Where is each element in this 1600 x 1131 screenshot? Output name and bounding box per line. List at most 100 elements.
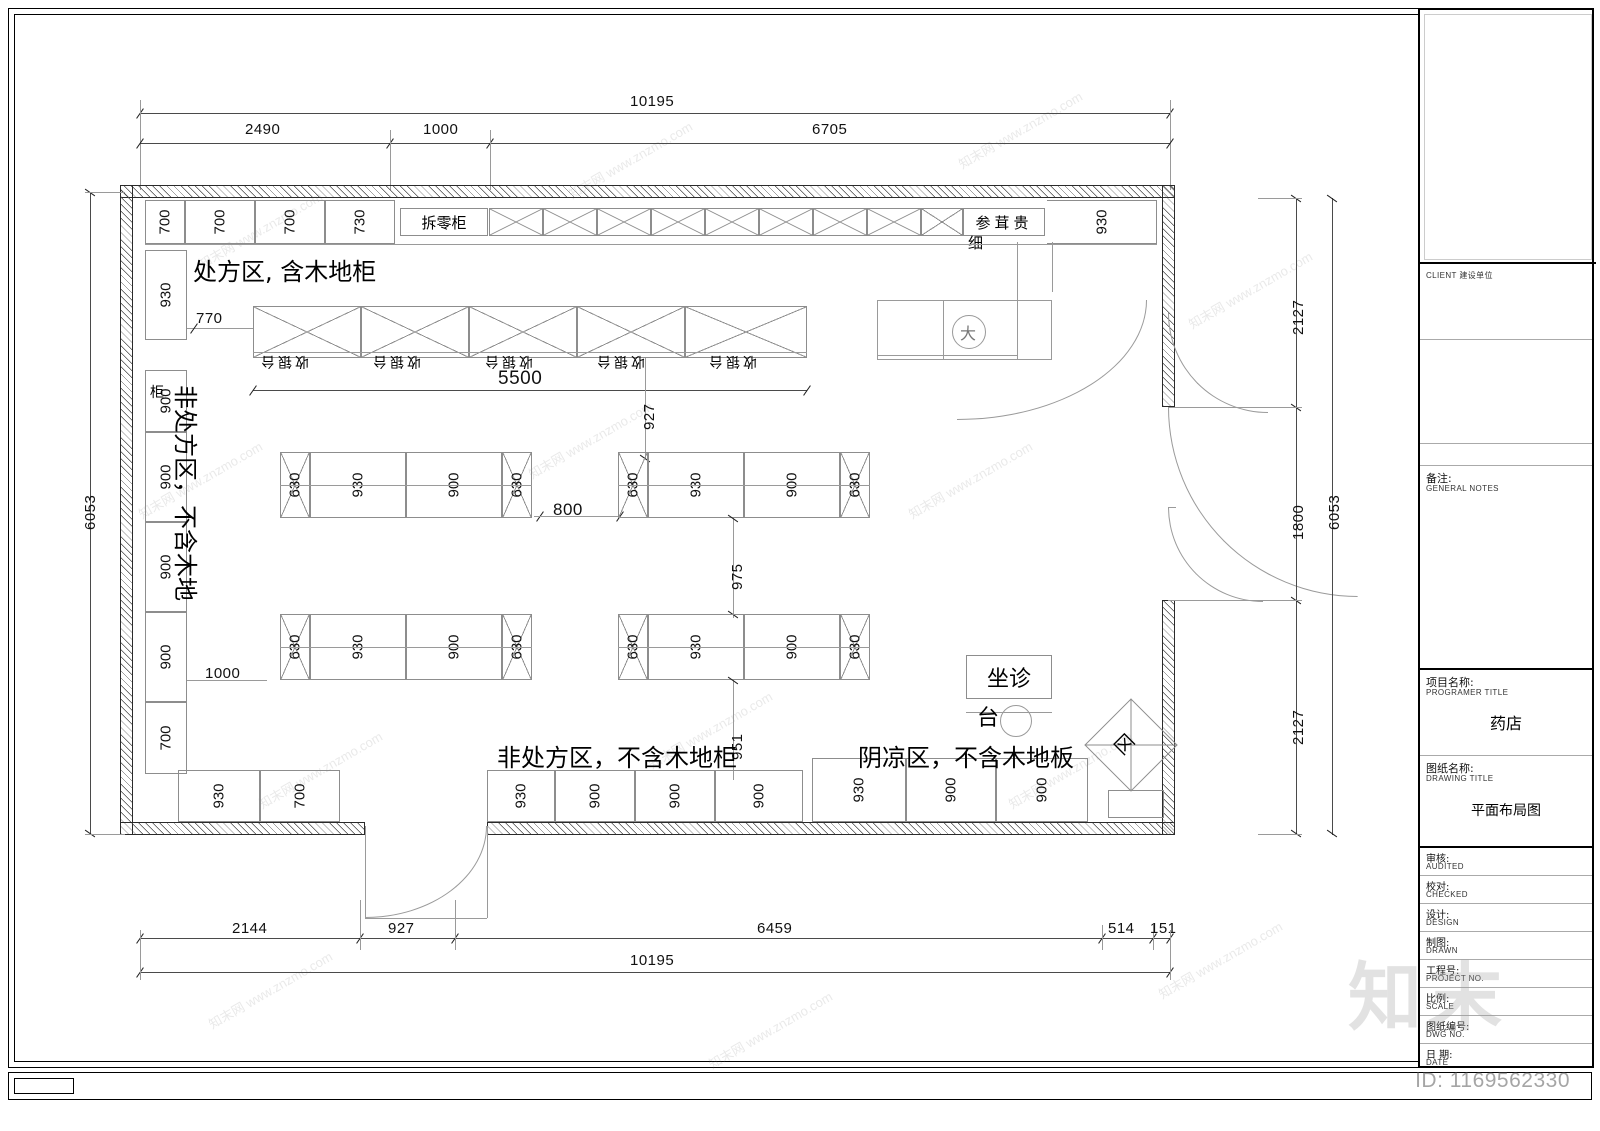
- titleblock-drawing-label-en: DRAWING TITLE: [1426, 774, 1494, 783]
- dim-5500: 5500: [498, 368, 543, 389]
- dim-bottom-total: 10195: [630, 952, 675, 969]
- counter-unit-3: [469, 306, 577, 358]
- display-cell: [759, 208, 813, 236]
- shelf-left-note: 柜: [150, 385, 164, 401]
- zone-label-prescription: 处方区, 含木地柜: [193, 258, 377, 286]
- counter-label-4: 收银台: [594, 353, 645, 369]
- dim-800: 800: [553, 500, 583, 519]
- display-cell: [921, 208, 963, 236]
- titleblock-audited-en: AUDITED: [1426, 862, 1464, 871]
- gondola-center-line: [280, 485, 532, 486]
- wall-left: [120, 185, 133, 835]
- titleblock-drawn-en: DRAWN: [1426, 946, 1458, 955]
- titleblock-row-checked: 校对: CHECKED: [1420, 876, 1592, 904]
- counter-unit-2: [361, 306, 469, 358]
- titleblock-date-en: DATE: [1426, 1058, 1449, 1067]
- titleblock-logo-area: [1424, 14, 1592, 260]
- stool-mark-label: 大: [960, 324, 977, 343]
- titleblock-row-audited: 审核: AUDITED: [1420, 848, 1592, 876]
- service-counter-wall2: [1052, 242, 1053, 292]
- counter-label-1: 收银台: [258, 353, 309, 369]
- dim-770: 770: [196, 310, 223, 327]
- titleblock-row-design: 设计: DESIGN: [1420, 904, 1592, 932]
- title-block: CLIENT 建设单位 备注: GENERAL NOTES 项目名称: PROG…: [1418, 8, 1596, 1070]
- titleblock-notes-label-en: GENERAL NOTES: [1426, 484, 1499, 493]
- ext-line: [1258, 407, 1302, 408]
- door-leaf: [365, 918, 487, 919]
- dim-line-1000: [187, 680, 267, 681]
- titleblock-row-date: 日 期: DATE: [1420, 1044, 1592, 1070]
- ext-line: [1258, 198, 1302, 199]
- sheet-bottom-strip: [8, 1072, 1592, 1100]
- shelf-bottom-5: 900: [635, 770, 715, 822]
- shelf-bottom-4: 900: [555, 770, 635, 822]
- titleblock-row-drawn: 制图: DRAWN: [1420, 932, 1592, 960]
- ext-line: [140, 930, 141, 980]
- dim-927-vert: 927: [641, 403, 658, 430]
- dim-bottom-3: 6459: [757, 920, 793, 937]
- dim-bottom-2: 927: [388, 920, 415, 937]
- fixture-consult-desk-label-2: 台: [977, 706, 1000, 731]
- dim-bottom-1: 2144: [232, 920, 268, 937]
- dim-left-total: 6053: [82, 494, 99, 530]
- ext-line: [1170, 930, 1171, 980]
- titleblock-drawing-value: 平面布局图: [1471, 803, 1541, 819]
- counter-label-2: 收银台: [370, 353, 421, 369]
- ext-line: [1258, 834, 1302, 835]
- dim-bottom-4: 514: [1108, 920, 1135, 937]
- shelf-top-a: 700: [145, 200, 185, 244]
- titleblock-scale-en: SCALE: [1426, 1002, 1455, 1011]
- counter-unit-4: [577, 306, 685, 358]
- dim-975-vert: 975: [729, 563, 746, 590]
- titleblock-client-row: CLIENT 建设单位: [1420, 264, 1592, 340]
- counter-label-5: 收银台: [706, 353, 757, 369]
- dim-right-total: 6053: [1326, 494, 1343, 530]
- ext-line: [1170, 100, 1171, 190]
- gondola-center-line: [618, 647, 870, 648]
- zone-label-otc-left: 非处方区，不含木地: [171, 385, 199, 601]
- display-cell: [489, 208, 543, 236]
- titleblock-blank-row-2: [1420, 444, 1592, 466]
- dim-top-3: 6705: [812, 121, 848, 138]
- dim-top-2: 1000: [423, 121, 459, 138]
- zone-label-cool: 阴凉区，不含木地板: [858, 744, 1074, 772]
- display-cell: [867, 208, 921, 236]
- shelf-left-5: 900: [145, 612, 187, 702]
- dim-top-total: 10195: [630, 93, 675, 110]
- shelf-left-6: 700: [145, 702, 187, 774]
- ext-line: [140, 100, 141, 190]
- sheet-bottom-box: [14, 1078, 74, 1094]
- ext-line: [360, 900, 361, 950]
- ext-line: [490, 130, 491, 190]
- consult-chair-circle: [1000, 705, 1032, 737]
- dim-line-bottom-chain: [140, 938, 1170, 939]
- titleblock-checked-en: CHECKED: [1426, 890, 1468, 899]
- shelf-left-1: 930: [145, 250, 187, 340]
- dim-line-top-chain: [140, 143, 1170, 144]
- titleblock-drawing-row: 图纸名称: DRAWING TITLE 平面布局图: [1420, 756, 1592, 848]
- shelf-top-d: 730: [325, 200, 395, 244]
- ext-line: [1258, 600, 1302, 601]
- titleblock-project-value: 药店: [1489, 714, 1522, 733]
- counter-unit-5: [685, 306, 807, 358]
- dim-line-bottom-total: [140, 972, 1170, 973]
- fixture-bulk-cabinet: 拆零柜: [400, 208, 488, 236]
- gondola-center-line: [618, 485, 870, 486]
- dim-line-5500: [253, 390, 807, 391]
- dim-right-3: 2127: [1290, 709, 1307, 745]
- drawing-sheet: 知末网 www.znzmo.com 知末网 www.znzmo.com 知末网 …: [0, 0, 1600, 1131]
- display-cell: [597, 208, 651, 236]
- fixture-precious-herbs-label: 参茸贵: [975, 213, 1033, 232]
- titleblock-row-scale: 比例: SCALE: [1420, 988, 1592, 1016]
- wall-bottom-right: [487, 822, 1175, 835]
- counter-notch: [877, 355, 943, 356]
- display-cell: [651, 208, 705, 236]
- shelf-bottom-1: 930: [178, 770, 260, 822]
- wall-top: [120, 185, 1175, 198]
- dim-right-1: 2127: [1290, 299, 1307, 335]
- dim-line-800: [534, 516, 620, 517]
- shelf-top-b: 700: [185, 200, 255, 244]
- titleblock-blank-row-1: [1420, 340, 1592, 444]
- ext-line: [85, 192, 125, 193]
- gondola-center-line: [280, 647, 532, 648]
